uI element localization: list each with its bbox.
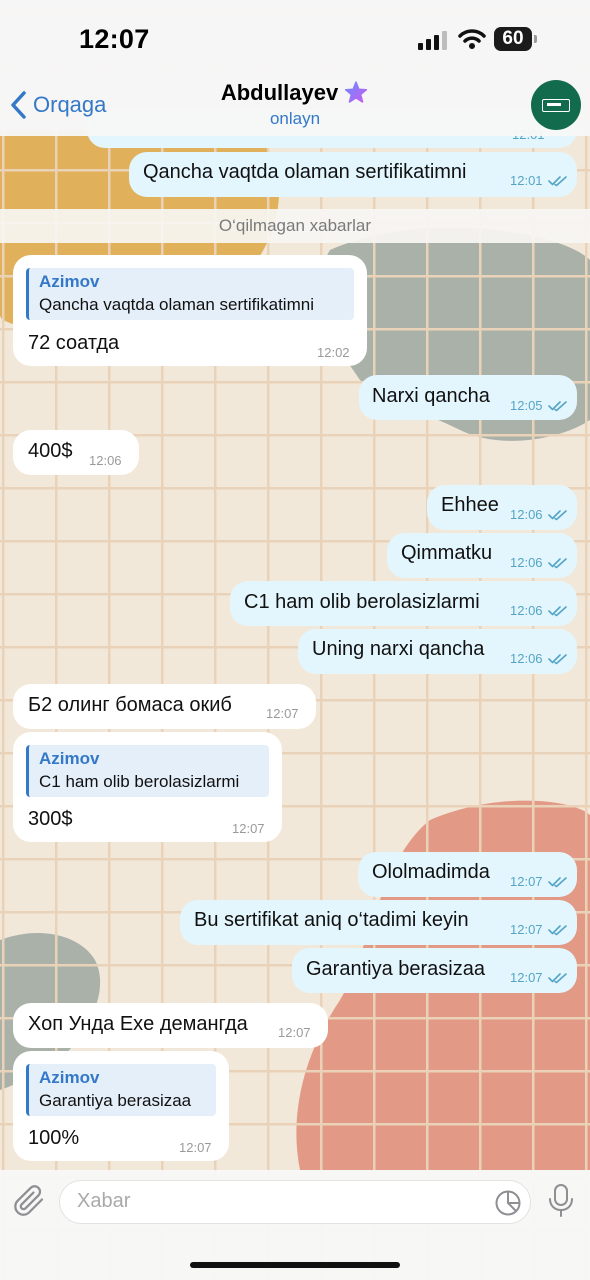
message-text: 72 соатда — [28, 332, 120, 354]
reply-quote[interactable]: Azimov Garantiya berasizaa — [26, 1064, 216, 1116]
avatar-logo — [542, 98, 570, 112]
message-text: Uning narxi qancha — [312, 638, 485, 660]
message-text: Хоп Унда Exe демангда — [28, 1013, 248, 1035]
message-time: 12:06 — [510, 555, 543, 570]
message-bubble-incoming[interactable]: Azimov Qancha vaqtda olaman sertifikatim… — [13, 255, 367, 366]
wifi-icon — [458, 29, 486, 49]
message-text: Narxi qancha — [372, 385, 490, 407]
message-input[interactable]: Xabar — [59, 1180, 531, 1224]
message-text: Б2 олинг бомаса окиб — [28, 694, 232, 716]
message-time: 12:07 — [510, 922, 543, 937]
message-text: Ololmadimda — [372, 861, 490, 883]
reply-text: Garantiya berasizaa — [39, 1091, 192, 1110]
message-time: 12:02 — [317, 345, 350, 360]
message-bubble-outgoing[interactable]: C1 ham olib berolasizlarmi 12:06 — [230, 581, 577, 626]
message-time: 12:06 — [510, 651, 543, 666]
message-bubble-outgoing[interactable]: Bu sertifikat aniq o‘tadimi keyin 12:07 — [180, 900, 577, 945]
message-input-placeholder: Xabar — [77, 1190, 131, 1212]
message-time: 12:06 — [89, 453, 122, 468]
message-text: Bu sertifikat aniq o‘tadimi keyin — [194, 909, 469, 931]
status-bar: 12:07 60 — [0, 0, 590, 78]
reply-quote[interactable]: Azimov C1 ham olib berolasizlarmi — [26, 745, 269, 797]
cellular-signal-icon — [418, 31, 447, 50]
message-text: 100% — [28, 1127, 80, 1149]
message-time: 12:07 — [179, 1140, 212, 1155]
message-text: 400$ — [28, 440, 73, 462]
reply-author: Azimov — [39, 272, 100, 291]
message-time: 12:06 — [510, 603, 543, 618]
reply-author: Azimov — [39, 1068, 100, 1087]
double-check-icon — [548, 877, 567, 888]
reply-author: Azimov — [39, 749, 100, 768]
sticker-icon[interactable] — [494, 1189, 522, 1217]
message-bubble-incoming[interactable]: Azimov C1 ham olib berolasizlarmi 300$ 1… — [13, 732, 282, 842]
home-indicator — [190, 1262, 400, 1268]
message-time: 12:06 — [510, 507, 543, 522]
message-bubble-incoming[interactable]: Б2 олинг бомаса окиб 12:07 — [13, 684, 316, 729]
reply-text: C1 ham olib berolasizlarmi — [39, 772, 240, 791]
message-time: 12:07 — [510, 970, 543, 985]
message-time: 12:05 — [510, 398, 543, 413]
message-text: 300$ — [28, 808, 73, 830]
paperclip-icon[interactable] — [12, 1183, 48, 1219]
message-time: 12:07 — [510, 874, 543, 889]
message-text: Qancha vaqtda olaman sertifikatimni — [143, 161, 467, 183]
battery-indicator: 60 — [494, 27, 532, 51]
reply-quote[interactable]: Azimov Qancha vaqtda olaman sertifikatim… — [26, 268, 354, 320]
contact-name: Abdullayev — [220, 80, 339, 105]
message-bubble-outgoing[interactable]: Ololmadimda 12:07 — [358, 852, 577, 897]
double-check-icon — [548, 176, 567, 187]
double-check-icon — [548, 973, 567, 984]
message-bubble-outgoing[interactable]: Narxi qancha 12:05 — [359, 375, 577, 420]
double-check-icon — [548, 606, 567, 617]
status-time: 12:07 — [79, 24, 150, 54]
message-bubble-outgoing[interactable]: Garantiya berasizaa 12:07 — [292, 948, 577, 993]
message-text: C1 ham olib berolasizlarmi — [244, 591, 480, 613]
star-icon — [345, 81, 368, 103]
message-bubble-incoming[interactable]: Azimov Garantiya berasizaa 100% 12:07 — [13, 1051, 229, 1161]
avatar[interactable] — [531, 80, 581, 130]
message-time: 12:07 — [232, 821, 265, 836]
message-text: Qimmatku — [401, 542, 493, 564]
double-check-icon — [548, 925, 567, 936]
double-check-icon — [548, 510, 567, 521]
battery-tip — [534, 35, 537, 43]
microphone-icon[interactable] — [547, 1183, 575, 1219]
message-text: Ehhee — [441, 494, 499, 516]
message-time: 12:07 — [266, 706, 299, 721]
contact-info[interactable]: Abdullayev onlayn — [0, 80, 590, 129]
message-time: 12:01 — [510, 173, 543, 188]
message-bubble-outgoing[interactable]: Uning narxi qancha 12:06 — [298, 629, 577, 674]
unread-divider: O‘qilmagan xabarlar — [0, 209, 590, 243]
message-bubble-outgoing[interactable]: Ehhee 12:06 — [427, 485, 577, 530]
message-bubble-incoming[interactable]: 400$ 12:06 — [13, 430, 139, 475]
message-bubble-outgoing[interactable]: Qimmatku 12:06 — [387, 533, 577, 578]
message-bubble-incoming[interactable]: Хоп Унда Exe демангда 12:07 — [13, 1003, 328, 1048]
message-bubble-outgoing[interactable]: Qancha vaqtda olaman sertifikatimni 12:0… — [129, 152, 577, 197]
double-check-icon — [548, 558, 567, 569]
message-time: 12:07 — [278, 1025, 311, 1040]
message-text: Garantiya berasizaa — [306, 958, 485, 980]
reply-text: Qancha vaqtda olaman sertifikatimni — [39, 295, 314, 314]
message-composer: Xabar — [0, 1170, 590, 1280]
double-check-icon — [548, 654, 567, 665]
chat-header: Orqaga Abdullayev onlayn — [0, 78, 590, 136]
double-check-icon — [548, 401, 567, 412]
contact-status: onlayn — [269, 109, 321, 128]
